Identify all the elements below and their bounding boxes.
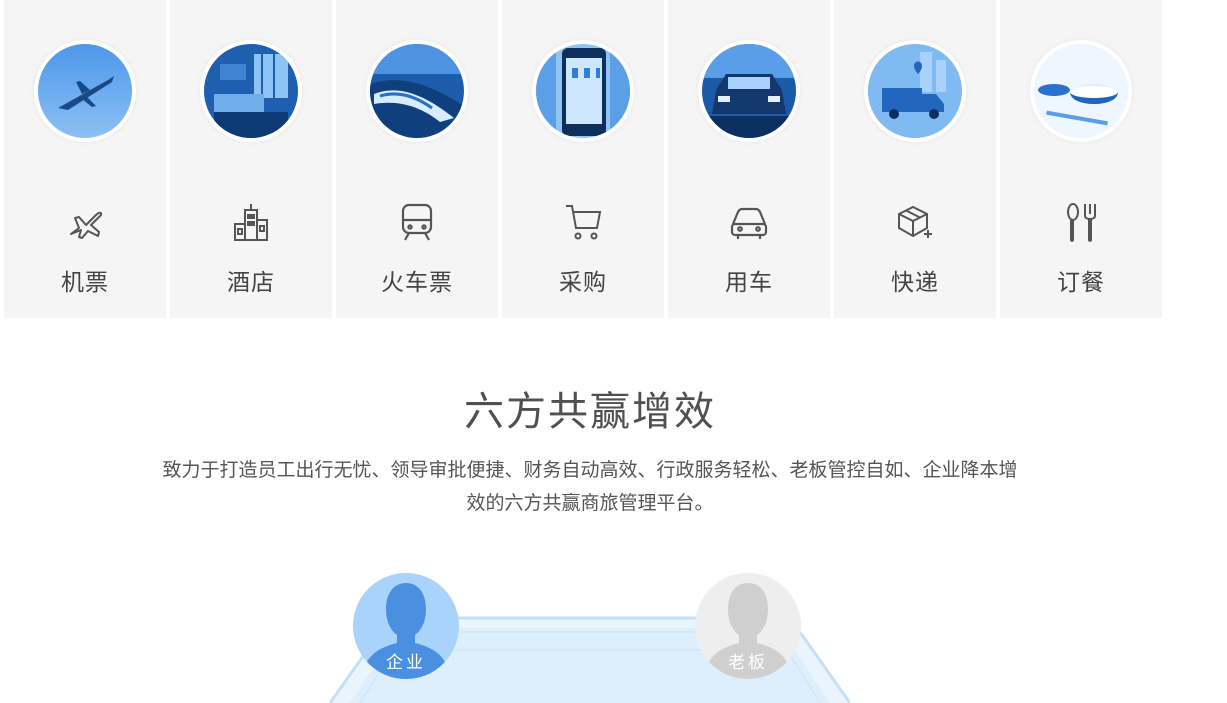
airplane-icon	[65, 200, 105, 244]
meal-photo	[1034, 44, 1128, 138]
cart-icon	[563, 200, 603, 244]
section-description: 致力于打造员工出行无忧、领导审批便捷、财务自动高效、行政服务轻松、老板管控自如、…	[130, 454, 1050, 520]
train-photo	[370, 44, 464, 138]
train-icon	[397, 200, 437, 244]
service-tile-flight[interactable]: 机票	[4, 0, 166, 318]
service-label: 快递	[891, 270, 939, 296]
service-label: 用车	[725, 270, 773, 296]
package-icon	[895, 200, 935, 244]
description-line-2: 效的六方共赢商旅管理平台。	[466, 492, 714, 514]
service-tile-express[interactable]: 快递	[834, 0, 996, 318]
service-tile-hotel[interactable]: 酒店	[170, 0, 332, 318]
service-grid: 机票 酒店 火车票 采购 用车 快递 订餐	[4, 0, 1174, 318]
express-photo	[868, 44, 962, 138]
section-title: 六方共赢增效	[464, 389, 716, 435]
boss-label: 老板	[728, 653, 768, 673]
service-tile-train[interactable]: 火车票	[336, 0, 498, 318]
enterprise-label: 企业	[386, 653, 426, 673]
service-label: 火车票	[381, 270, 453, 296]
service-tile-purchase[interactable]: 采购	[502, 0, 664, 318]
cutlery-icon	[1061, 200, 1101, 244]
building-icon	[231, 200, 271, 244]
service-label: 机票	[61, 270, 109, 296]
boss-avatar[interactable]: 老板	[695, 573, 801, 679]
car-photo	[702, 44, 796, 138]
description-line-1: 致力于打造员工出行无忧、领导审批便捷、财务自动高效、行政服务轻松、老板管控自如、…	[162, 459, 1018, 481]
purchase-photo	[536, 44, 630, 138]
service-tile-car[interactable]: 用车	[668, 0, 830, 318]
flight-photo	[38, 44, 132, 138]
enterprise-avatar[interactable]: 企业	[353, 573, 459, 679]
service-tile-meal[interactable]: 订餐	[1000, 0, 1162, 318]
car-icon	[729, 200, 769, 244]
hotel-photo	[204, 44, 298, 138]
service-label: 订餐	[1057, 270, 1105, 296]
service-label: 酒店	[227, 270, 275, 296]
service-label: 采购	[559, 270, 607, 296]
